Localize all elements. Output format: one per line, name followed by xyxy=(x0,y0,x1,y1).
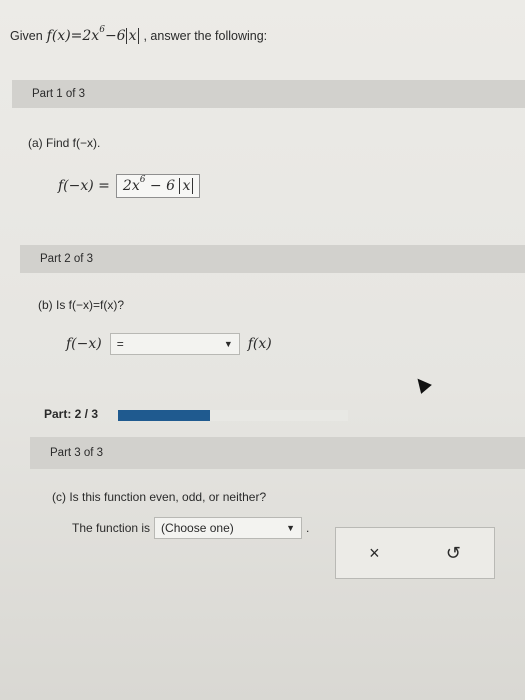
reset-button[interactable]: ↺ xyxy=(446,543,461,564)
part2-title: Part 2 of 3 xyxy=(40,253,94,265)
part3-punct: . xyxy=(306,521,310,535)
clear-button[interactable]: × xyxy=(369,543,380,564)
part3-parity-select[interactable]: (Choose one) ▼ xyxy=(154,517,303,539)
given-instruction: , answer the following: xyxy=(143,29,268,43)
chevron-down-icon: ▼ xyxy=(223,339,233,349)
part2-question: (b) Is f(−x)=f(x)? xyxy=(38,298,125,312)
part1-answer-row: f(−x) = 2x6 − 6 x xyxy=(58,174,201,198)
part3-title: Part 3 of 3 xyxy=(50,447,104,459)
part2-lhs: f(−x) xyxy=(66,336,102,352)
part1-question: (a) Find f(−x). xyxy=(28,136,101,150)
progress-label: Part: 2 / 3 xyxy=(44,407,99,421)
part2-header: Part 2 of 3 xyxy=(20,245,525,273)
part1-title: Part 1 of 3 xyxy=(32,88,86,100)
chevron-down-icon: ▼ xyxy=(286,523,296,533)
given-function: f(x)=2x6−6 x xyxy=(47,25,140,44)
part1-answer-box[interactable]: 2x6 − 6 x xyxy=(115,174,201,198)
progress-fill xyxy=(118,410,210,421)
given-label: Given xyxy=(10,29,43,43)
given-statement: Given f(x)=2x6−6 x , answer the following… xyxy=(10,25,268,44)
part3-answer-row: The function is (Choose one) ▼ . xyxy=(72,517,309,539)
part2-rhs: f(x) xyxy=(247,336,272,352)
part2-relation-select[interactable]: = ▼ xyxy=(109,333,240,355)
part3-header: Part 3 of 3 xyxy=(30,437,525,469)
part1-header: Part 1 of 3 xyxy=(12,80,525,108)
part1-lhs: f(−x) = xyxy=(58,178,110,194)
progress-track xyxy=(118,410,348,421)
part3-question: (c) Is this function even, odd, or neith… xyxy=(52,490,267,504)
mouse-pointer-icon xyxy=(412,374,432,394)
part2-answer-row: f(−x) = ▼ f(x) xyxy=(66,333,272,355)
action-buttons: × ↺ xyxy=(335,527,495,579)
part3-label: The function is xyxy=(72,521,151,535)
page: Given f(x)=2x6−6 x , answer the following… xyxy=(0,0,525,700)
